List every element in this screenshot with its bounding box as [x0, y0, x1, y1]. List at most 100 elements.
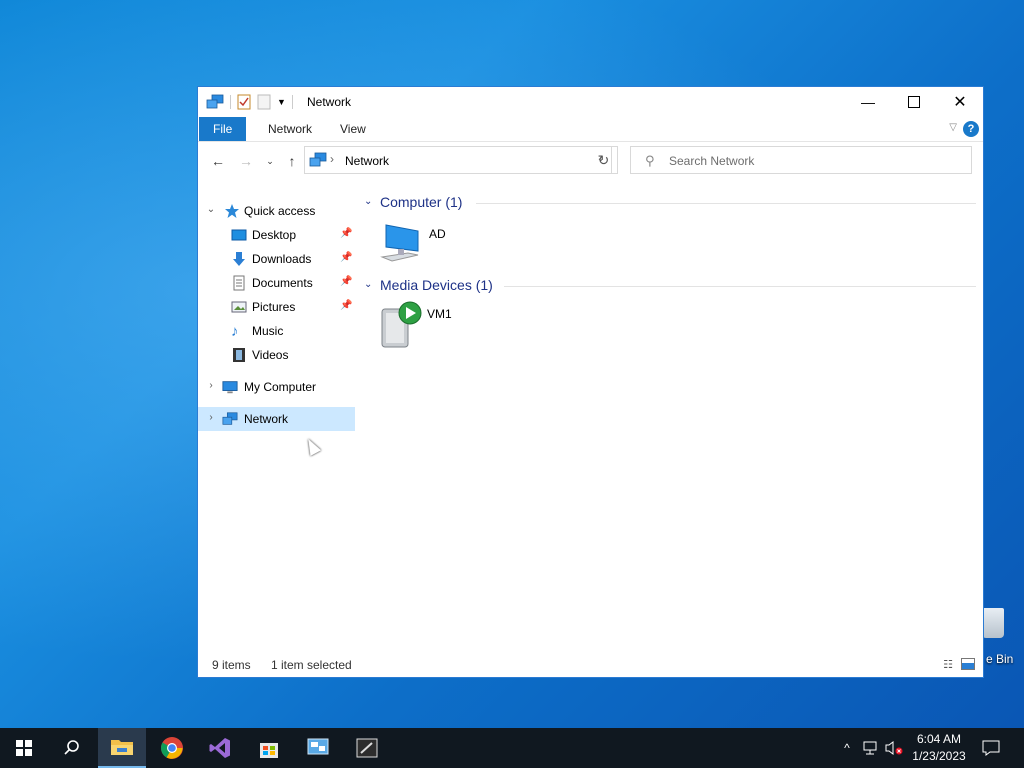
arrow-left-icon: ← [211, 153, 225, 169]
search-button[interactable] [48, 728, 96, 768]
action-center-button[interactable] [968, 728, 1014, 768]
maximize-button[interactable] [891, 87, 937, 117]
taskbar: ^ 6:04 AM 1/23/2023 [0, 728, 1024, 768]
clock-date: 1/23/2023 [912, 749, 966, 763]
expand-chevron-icon[interactable]: › [205, 380, 217, 391]
nav-label: Network [244, 412, 289, 426]
group-divider [476, 203, 976, 204]
status-bar: 9 items 1 item selected ☷ [198, 653, 983, 677]
selection-count: 1 item selected [271, 658, 352, 672]
back-button[interactable]: ← [208, 153, 228, 171]
taskbar-file-explorer[interactable] [98, 728, 146, 768]
tab-view[interactable]: View [326, 117, 380, 141]
nav-item-desktop[interactable]: Desktop 📌 [198, 223, 355, 247]
title-bar: ▼ Network — ✕ [198, 87, 983, 117]
item-count: 9 items [212, 658, 251, 672]
close-button[interactable]: ✕ [937, 87, 983, 117]
nav-item-quick-access[interactable]: ⌄ Quick access [198, 199, 355, 223]
nav-item-videos[interactable]: Videos [198, 343, 355, 367]
nav-item-pictures[interactable]: Pictures 📌 [198, 295, 355, 319]
nav-label: Videos [252, 348, 289, 362]
pin-icon: 📌 [340, 228, 353, 239]
breadcrumb-network[interactable]: Network [345, 154, 389, 168]
qat-divider [291, 95, 293, 109]
notification-icon [982, 740, 1000, 756]
properties-icon[interactable] [237, 94, 251, 110]
large-icons-view-icon[interactable] [961, 658, 975, 670]
close-icon: ✕ [953, 94, 967, 111]
nav-item-network[interactable]: › Network [198, 407, 355, 431]
search-box[interactable]: ⚲ Search Network [630, 146, 972, 174]
group-header-media-devices[interactable]: ⌄ Media Devices (1) [364, 277, 976, 297]
collapse-chevron-icon[interactable]: ⌄ [364, 196, 372, 207]
pin-icon: 📌 [340, 300, 353, 311]
group-title: Computer (1) [380, 194, 463, 210]
start-button[interactable] [0, 728, 48, 768]
network-icon [309, 152, 327, 167]
taskbar-app[interactable] [343, 728, 391, 768]
chevron-down-icon: ⌄ [266, 156, 274, 166]
customize-qat-icon[interactable]: ▼ [277, 97, 286, 107]
clock-time: 6:04 AM [916, 732, 962, 746]
visual-studio-icon [209, 738, 230, 758]
nav-item-documents[interactable]: Documents 📌 [198, 271, 355, 295]
network-icon [222, 412, 238, 425]
folder-icon [111, 740, 133, 755]
star-icon [225, 204, 239, 218]
collapse-chevron-icon[interactable]: ⌄ [364, 279, 372, 290]
minimize-icon: — [861, 94, 875, 110]
up-button[interactable]: ↑ [282, 153, 302, 171]
help-icon[interactable]: ? [963, 121, 979, 137]
ribbon-tabs: File Network View ▽ ? [198, 117, 983, 142]
download-arrow-icon [233, 252, 245, 266]
navigation-pane: ⌄ Quick access Desktop 📌 Downloads 📌 Doc… [198, 197, 355, 657]
tab-network[interactable]: Network [254, 117, 326, 141]
details-view-icon[interactable]: ☷ [943, 658, 953, 671]
nav-label: Downloads [252, 252, 312, 266]
system-tray: ^ [838, 728, 904, 768]
qat-divider [230, 95, 231, 109]
network-item-ad[interactable]: AD [378, 221, 478, 269]
tab-file[interactable]: File [199, 117, 247, 141]
content-pane: ⌄ Computer (1) AD ⌄ Media Devices (1) VM… [358, 187, 978, 657]
group-divider [504, 286, 976, 287]
taskbar-remote-desktop[interactable] [294, 728, 342, 768]
taskbar-chrome[interactable] [148, 728, 196, 768]
taskbar-store[interactable] [245, 728, 293, 768]
expand-chevron-icon[interactable]: ⌄ [205, 204, 217, 215]
store-bag-icon [260, 743, 278, 758]
remote-desktop-icon [307, 738, 329, 755]
breadcrumb-separator-icon[interactable]: › [330, 152, 334, 166]
network-icon [206, 94, 224, 109]
recent-locations-button[interactable]: ⌄ [260, 156, 280, 174]
volume-muted-icon[interactable] [884, 740, 904, 756]
nav-item-downloads[interactable]: Downloads 📌 [198, 247, 355, 271]
address-bar[interactable]: › Network ⌄ [304, 146, 612, 174]
nav-item-my-computer[interactable]: › My Computer [198, 375, 355, 399]
expand-chevron-icon[interactable]: › [205, 412, 217, 423]
search-icon: ⚲ [645, 153, 655, 168]
forward-button[interactable]: → [236, 153, 256, 171]
network-status-icon[interactable] [862, 740, 880, 756]
nav-label: Pictures [252, 300, 296, 314]
taskbar-visual-studio[interactable] [196, 728, 244, 768]
refresh-button[interactable]: ↻ [590, 146, 618, 174]
window-title: Network [307, 95, 352, 109]
nav-label: Music [252, 324, 284, 338]
navigation-bar: ← → ⌄ ↑ › Network ⌄ ↻ ⚲ Search Network [198, 145, 983, 179]
computer-icon [380, 224, 419, 262]
music-note-icon: ♪ [231, 323, 239, 340]
media-device-icon [381, 301, 422, 348]
nav-item-music[interactable]: ♪ Music [198, 319, 355, 343]
quick-access-toolbar: ▼ [206, 94, 293, 110]
clock[interactable]: 6:04 AM 1/23/2023 [908, 731, 970, 765]
group-header-computer[interactable]: ⌄ Computer (1) [364, 194, 976, 214]
nav-label: Quick access [244, 204, 316, 218]
network-item-vm1[interactable]: VM1 [378, 301, 478, 351]
new-folder-icon[interactable] [257, 94, 271, 110]
minimize-button[interactable]: — [845, 87, 891, 117]
search-placeholder: Search Network [669, 154, 755, 168]
chevron-up-icon[interactable]: ^ [838, 741, 856, 755]
expand-ribbon-icon[interactable]: ▽ [949, 122, 957, 133]
computer-icon [222, 381, 238, 394]
